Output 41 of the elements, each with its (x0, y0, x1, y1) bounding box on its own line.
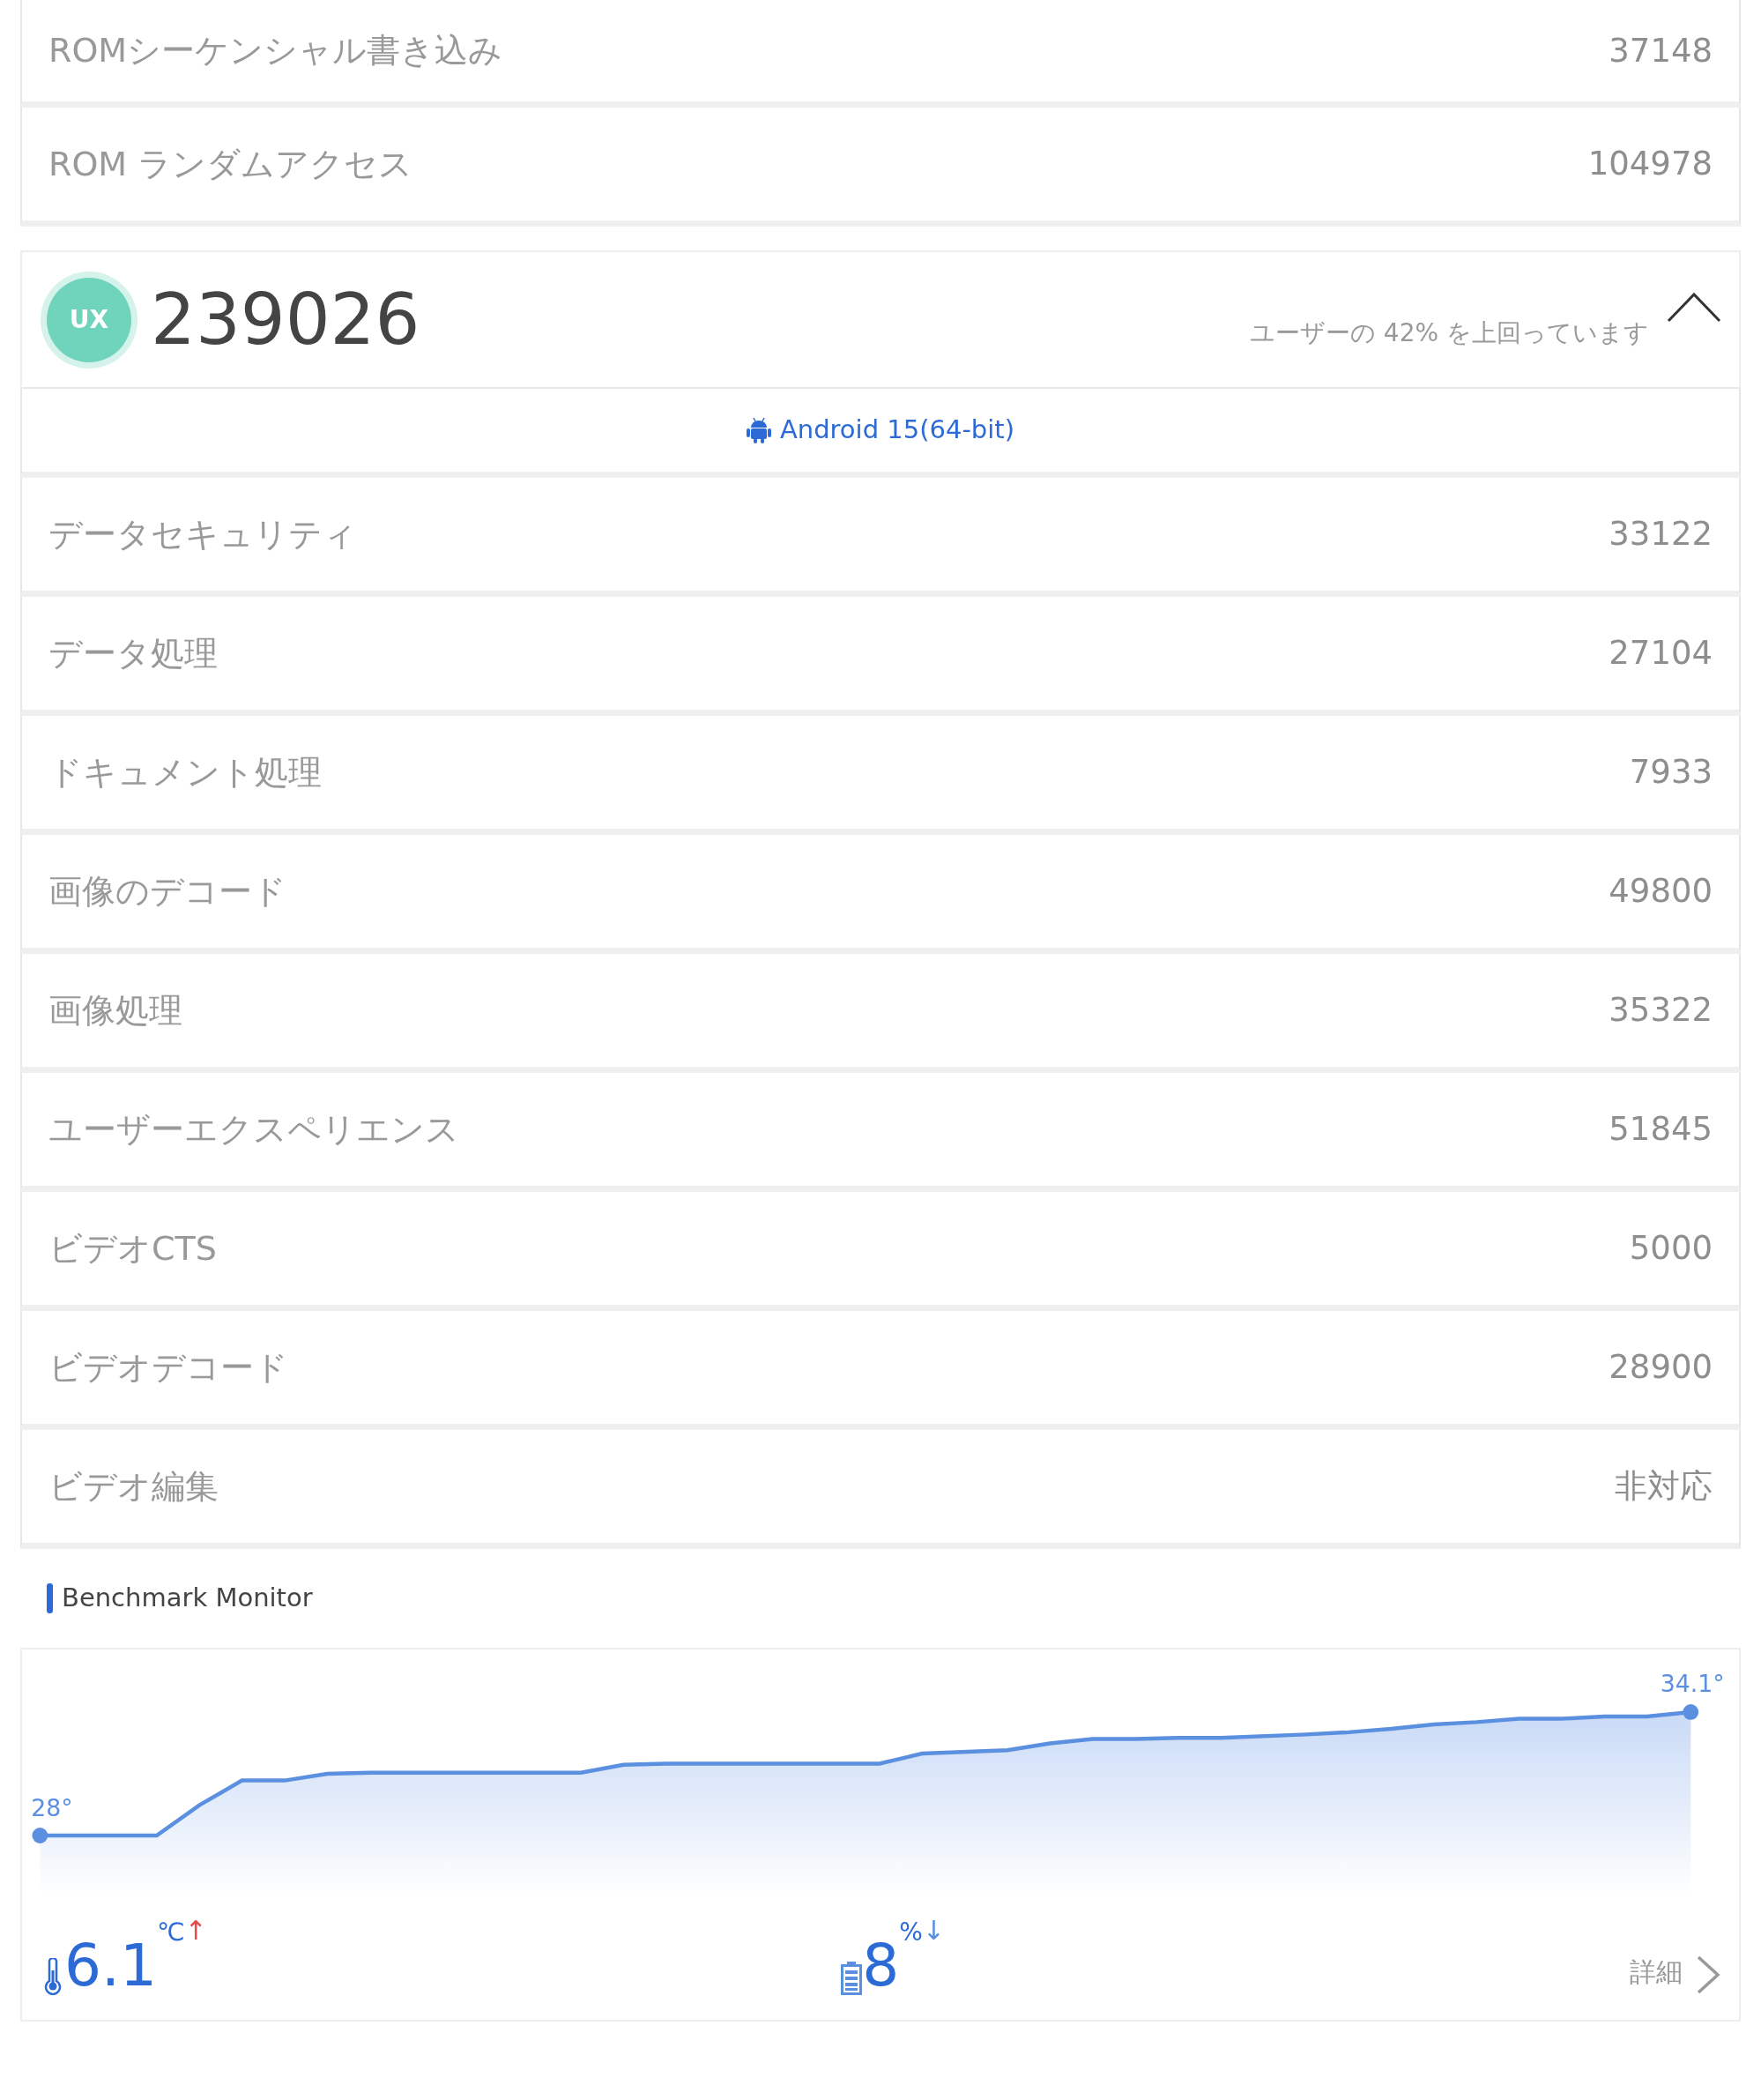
test-label: ROMシーケンシャル書き込み (48, 30, 503, 71)
title-accent-bar (47, 1583, 53, 1613)
test-score: 非対応 (1615, 1466, 1713, 1508)
platform-text: Android 15(64-bit) (779, 413, 1015, 447)
test-score: 104978 (1587, 144, 1713, 185)
trend-arrow: ↑ (184, 1914, 207, 1948)
battery-icon (841, 1962, 863, 1996)
battery-unit: % (899, 1917, 923, 1949)
test-score: 5000 (1629, 1228, 1713, 1270)
percentile-text: ユーザーの 42% を上回っています (1249, 316, 1649, 349)
battery-value: 8 (862, 1937, 900, 1996)
test-score: 28900 (1609, 1347, 1713, 1389)
test-score: 35322 (1609, 990, 1713, 1031)
test-label: ビデオCTS (48, 1227, 217, 1270)
test-label: ROM ランダムアクセス (48, 143, 413, 185)
test-score: 27104 (1609, 633, 1713, 674)
score-header[interactable]: UX 239026 ユーザーの 42% を上回っています (22, 252, 1739, 389)
trend-arrow: ↓ (922, 1914, 945, 1948)
start-point (32, 1828, 48, 1843)
total-score: 239026 (151, 277, 420, 362)
end-temperature-label: 34.1° (1660, 1670, 1725, 1697)
test-label: データ処理 (48, 632, 218, 674)
test-label: ビデオデコード (48, 1346, 288, 1389)
end-point (1683, 1704, 1699, 1720)
start-temperature-label: 28° (31, 1794, 73, 1822)
test-score: 49800 (1609, 871, 1713, 912)
test-label: ドキュメント処理 (48, 751, 322, 793)
temperature-unit: ℃ (156, 1917, 185, 1949)
test-label: データセキュリティ (48, 513, 357, 555)
test-score: 7933 (1629, 752, 1713, 793)
temperature-value: 6.1 (64, 1937, 157, 1996)
test-score: 37148 (1609, 30, 1713, 71)
test-label: 画像のデコード (48, 870, 286, 912)
test-score: 51845 (1609, 1109, 1713, 1151)
test-label: ユーザーエクスペリエンス (48, 1108, 459, 1151)
test-score: 33122 (1609, 514, 1713, 555)
android-icon (746, 417, 771, 443)
section-title: Benchmark Monitor (62, 1582, 313, 1615)
test-label: 画像処理 (48, 989, 182, 1031)
chevron-right-icon[interactable] (1695, 1955, 1721, 1996)
test-label: ビデオ編集 (48, 1465, 219, 1508)
